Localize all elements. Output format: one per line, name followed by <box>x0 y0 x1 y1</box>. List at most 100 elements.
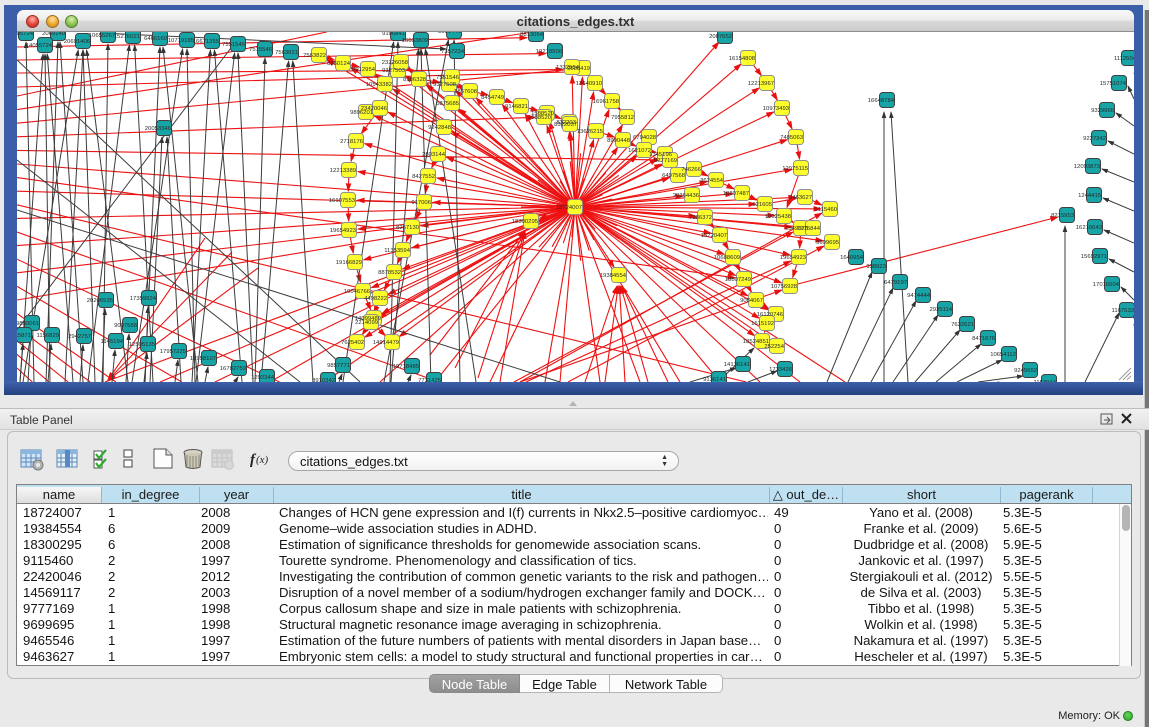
svg-text:8813054: 8813054 <box>520 32 544 38</box>
svg-text:1244415: 1244415 <box>1078 193 1102 199</box>
svg-text:2867608: 2867608 <box>454 89 478 95</box>
svg-text:917006: 917006 <box>411 200 431 206</box>
svg-text:17016504: 17016504 <box>1093 282 1120 288</box>
svg-text:8267130: 8267130 <box>396 225 420 231</box>
svg-text:9097588: 9097588 <box>114 323 138 329</box>
svg-text:23420046: 23420046 <box>361 106 388 112</box>
svg-text:10655267: 10655267 <box>89 33 115 39</box>
svg-text:1156829: 1156829 <box>37 333 60 339</box>
svg-text:1640954: 1640954 <box>840 255 864 261</box>
svg-text:16210643: 16210643 <box>1076 225 1103 231</box>
svg-text:1112504: 1112504 <box>1114 56 1134 62</box>
svg-text:1167533: 1167533 <box>1112 308 1135 314</box>
svg-text:8322037: 8322037 <box>554 122 577 128</box>
svg-text:11353594: 11353594 <box>384 248 410 254</box>
svg-text:1733426: 1733426 <box>769 367 793 373</box>
svg-text:2069140: 2069140 <box>42 32 66 37</box>
svg-text:12975115: 12975115 <box>782 166 808 172</box>
svg-text:19384554: 19384554 <box>600 273 627 279</box>
svg-text:14136141: 14136141 <box>724 362 750 368</box>
svg-text:7485063: 7485063 <box>780 135 804 141</box>
svg-text:7551546: 7551546 <box>436 75 460 81</box>
svg-text:15692971: 15692971 <box>1081 254 1107 260</box>
svg-text:1153944: 1153944 <box>1034 380 1057 382</box>
svg-text:6794028: 6794028 <box>633 135 657 141</box>
svg-text:7515546: 7515546 <box>249 47 273 53</box>
svg-text:15276021: 15276021 <box>114 34 140 40</box>
svg-text:19166829: 19166829 <box>336 260 362 266</box>
svg-text:2803144: 2803144 <box>422 152 446 158</box>
svg-text:17359924: 17359924 <box>130 296 157 302</box>
svg-text:12213967: 12213967 <box>748 81 774 87</box>
svg-text:9084067: 9084067 <box>740 298 763 304</box>
svg-text:9463627: 9463627 <box>789 195 812 201</box>
svg-text:9329966: 9329966 <box>1091 108 1115 114</box>
svg-text:1588520: 1588520 <box>528 115 552 121</box>
svg-text:16107553: 16107553 <box>329 198 356 204</box>
svg-text:9242848: 9242848 <box>428 125 452 131</box>
svg-text:8427552: 8427552 <box>412 174 435 180</box>
svg-text:1332554: 1332554 <box>556 65 580 71</box>
svg-text:9327508: 9327508 <box>433 82 457 88</box>
svg-text:1145194: 1145194 <box>101 339 124 345</box>
svg-text:10543382: 10543382 <box>366 82 392 88</box>
svg-text:3624554: 3624554 <box>700 178 724 184</box>
svg-text:7632621: 7632621 <box>951 322 974 328</box>
svg-text:7563821: 7563821 <box>275 50 298 56</box>
svg-text:7563822: 7563822 <box>303 53 326 59</box>
svg-text:1615192: 1615192 <box>751 321 774 327</box>
svg-text:6479197: 6479197 <box>884 280 907 286</box>
svg-text:8912954: 8912954 <box>352 67 376 73</box>
svg-text:17957225: 17957225 <box>160 349 187 355</box>
svg-text:8990448: 8990448 <box>607 138 631 144</box>
svg-text:16671355: 16671355 <box>193 39 220 45</box>
svg-text:15720407: 15720407 <box>701 233 727 239</box>
svg-text:8960124: 8960124 <box>327 61 351 67</box>
svg-text:7731425: 7731425 <box>418 378 442 382</box>
svg-text:1975844: 1975844 <box>797 226 821 232</box>
svg-text:746266: 746266 <box>681 167 701 173</box>
svg-text:10046766: 10046766 <box>344 289 371 295</box>
svg-text:16154808: 16154808 <box>729 56 756 62</box>
svg-text:9327503: 9327503 <box>382 68 406 74</box>
svg-text:8878532: 8878532 <box>378 270 401 276</box>
svg-text:8910342: 8910342 <box>312 378 335 382</box>
svg-text:10973493: 10973493 <box>763 106 790 112</box>
svg-text:9505724: 9505724 <box>17 32 34 37</box>
svg-text:10756928: 10756928 <box>771 284 798 290</box>
svg-text:2087652: 2087652 <box>709 34 732 40</box>
svg-text:10688609: 10688609 <box>714 255 740 261</box>
svg-text:20364436: 20364436 <box>673 193 700 199</box>
svg-text:8186328: 8186328 <box>403 77 427 83</box>
svg-text:9857771: 9857771 <box>327 363 350 369</box>
svg-text:1621072: 1621072 <box>628 148 651 154</box>
svg-text:14055724: 14055724 <box>26 43 53 49</box>
svg-text:7357224: 7357224 <box>441 49 465 55</box>
svg-text:13626215: 13626215 <box>577 129 604 135</box>
svg-text:9474444: 9474444 <box>907 293 931 299</box>
svg-text:8215953: 8215953 <box>1051 213 1075 219</box>
svg-text:18724007: 18724007 <box>556 205 582 211</box>
svg-text:2214099: 2214099 <box>355 320 378 326</box>
svg-text:13640910: 13640910 <box>576 81 603 87</box>
svg-text:15751074: 15751074 <box>1100 81 1127 87</box>
svg-text:938923: 938923 <box>866 264 886 270</box>
svg-text:20691406: 20691406 <box>64 39 91 45</box>
svg-text:10719185: 10719185 <box>168 38 195 44</box>
svg-text:6497568: 6497568 <box>662 173 686 179</box>
svg-text:19654923: 19654923 <box>330 228 357 234</box>
svg-text:6466160: 6466160 <box>144 36 168 42</box>
svg-text:16120746: 16120746 <box>757 312 784 318</box>
svg-text:3915871: 3915871 <box>17 333 31 339</box>
svg-text:9115460: 9115460 <box>815 207 838 213</box>
svg-text:9850061: 9850061 <box>17 321 39 327</box>
svg-text:7955812: 7955812 <box>611 115 634 121</box>
svg-text:2935114: 2935114 <box>930 307 953 313</box>
svg-text:7386372: 7386372 <box>689 215 712 221</box>
svg-text:10807487: 10807487 <box>723 191 749 197</box>
svg-text:19654923: 19654923 <box>780 255 807 261</box>
svg-text:20053346: 20053346 <box>145 126 172 132</box>
svg-text:10654112: 10654112 <box>990 352 1016 358</box>
svg-text:9106841: 9106841 <box>382 32 405 37</box>
svg-text:9699695: 9699695 <box>816 240 840 246</box>
